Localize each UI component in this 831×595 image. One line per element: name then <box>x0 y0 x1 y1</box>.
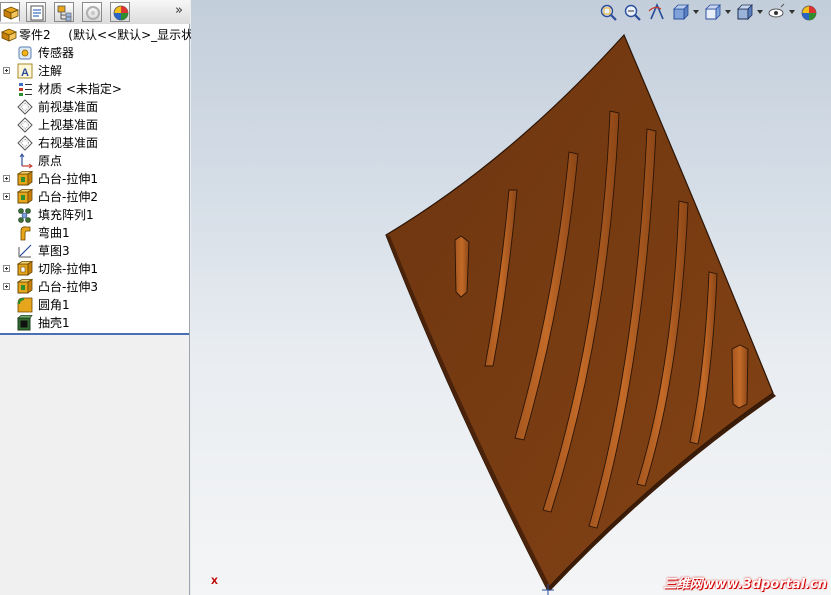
tree-item-label: 注解 <box>38 64 63 78</box>
tree-item-label: 右视基准面 <box>38 136 99 150</box>
extrude-icon <box>17 171 33 186</box>
configuration-manager-icon <box>57 5 72 22</box>
watermark: 三维网www.3dportal.cn <box>664 573 828 592</box>
plane-icon <box>17 99 33 115</box>
sensor-icon <box>18 46 32 60</box>
tree-item-label: 传感器 <box>38 46 75 60</box>
origin-icon <box>19 153 33 169</box>
tree-item-front-plane[interactable]: 前视基准面 <box>0 98 189 116</box>
expand-tabs-button[interactable]: » <box>172 3 186 19</box>
extrude-icon <box>17 189 33 204</box>
sketch-icon <box>18 244 32 258</box>
tree-root-part[interactable]: 零件2 (默认<<默认>_显示状态 <box>0 26 205 44</box>
fill-pattern-icon <box>18 208 31 223</box>
tree-item-top-plane[interactable]: 上视基准面 <box>0 116 189 134</box>
feature-tree: 零件2 (默认<<默认>_显示状态 传感器 A 注解 材质 <未指定> 前视基准… <box>0 24 205 334</box>
tree-item-label: 凸台-拉伸3 <box>38 280 98 294</box>
tree-item-boss-extrude3[interactable]: 凸台-拉伸3 <box>0 278 189 296</box>
tree-item-label: 切除-拉伸1 <box>38 262 98 276</box>
tree-item-label: 凸台-拉伸1 <box>38 172 98 186</box>
tree-item-fillet1[interactable]: 圆角1 <box>0 296 189 314</box>
tree-item-label: 原点 <box>38 154 63 168</box>
watermark-url: www.3dportal.cn <box>702 577 827 592</box>
featuremanager-tab[interactable] <box>0 2 20 22</box>
dimxpert-tab[interactable] <box>82 2 102 22</box>
part-icon <box>1 28 17 42</box>
part-model-render[interactable] <box>191 0 831 595</box>
annotation-icon: A <box>17 63 33 79</box>
tree-item-annotations[interactable]: A 注解 <box>0 62 189 80</box>
tree-item-label: 凸台-拉伸2 <box>38 190 98 204</box>
part-name: 零件2 <box>19 28 51 42</box>
expand-toggle[interactable] <box>3 265 10 272</box>
tree-item-boss-extrude1[interactable]: 凸台-拉伸1 <box>0 170 189 188</box>
expand-toggle[interactable] <box>3 283 10 290</box>
dimxpert-icon <box>86 6 100 20</box>
display-manager-tab[interactable] <box>110 2 130 22</box>
shell-icon <box>17 315 33 331</box>
tree-item-label: 填充阵列1 <box>38 208 94 222</box>
tree-item-label: 材质 <未指定> <box>38 82 122 96</box>
graphics-area[interactable]: X 三维网www.3dportal.cn <box>191 0 831 595</box>
tree-item-label: 草图3 <box>38 244 70 258</box>
tree-item-origin[interactable]: 原点 <box>0 152 189 170</box>
tree-item-flex1[interactable]: 弯曲1 <box>0 224 189 242</box>
feature-manager-panel: » 零件2 (默认<<默认>_显示状态 传感器 A 注解 材质 <未指定> 前视… <box>0 0 205 595</box>
part-configuration: (默认<<默认>_显示状态 <box>68 28 206 42</box>
tree-item-fill-pattern1[interactable]: 填充阵列1 <box>0 206 189 224</box>
configurationmanager-tab[interactable] <box>54 2 74 22</box>
tree-item-shell1[interactable]: 抽壳1 <box>0 314 189 332</box>
expand-toggle[interactable] <box>3 175 10 182</box>
panel-tab-bar: » <box>0 0 190 25</box>
tree-item-label: 上视基准面 <box>38 118 99 132</box>
tree-item-cut-extrude1[interactable]: 切除-拉伸1 <box>0 260 189 278</box>
fillet-icon <box>17 297 33 313</box>
tree-bottom-divider <box>0 333 189 335</box>
tree-item-boss-extrude2[interactable]: 凸台-拉伸2 <box>0 188 189 206</box>
tree-item-label: 圆角1 <box>38 298 70 312</box>
tree-item-label: 前视基准面 <box>38 100 99 114</box>
tree-item-sketch3[interactable]: 草图3 <box>0 242 189 260</box>
tree-item-material[interactable]: 材质 <未指定> <box>0 80 189 98</box>
propertymanager-tab[interactable] <box>26 2 46 22</box>
extrude-icon <box>17 279 33 294</box>
triad-x-label: X <box>211 577 218 587</box>
tree-item-right-plane[interactable]: 右视基准面 <box>0 134 189 152</box>
tree-item-sensors[interactable]: 传感器 <box>0 44 189 62</box>
plane-icon <box>17 135 33 151</box>
tree-item-label: 弯曲1 <box>38 226 70 240</box>
tree-item-label: 抽壳1 <box>38 316 70 330</box>
svg-text:A: A <box>21 67 29 79</box>
watermark-cn: 三维网 <box>663 577 703 592</box>
expand-toggle[interactable] <box>3 193 10 200</box>
material-icon <box>19 83 32 96</box>
property-manager-icon <box>30 5 44 21</box>
rib <box>454 235 470 298</box>
rib <box>731 344 749 409</box>
display-manager-icon <box>113 5 129 21</box>
cut-extrude-icon <box>17 261 33 276</box>
feature-tree-icon <box>2 6 20 20</box>
reference-triad: X <box>211 577 231 595</box>
flex-icon <box>20 226 31 241</box>
expand-toggle[interactable] <box>3 67 10 74</box>
plane-icon <box>17 117 33 133</box>
